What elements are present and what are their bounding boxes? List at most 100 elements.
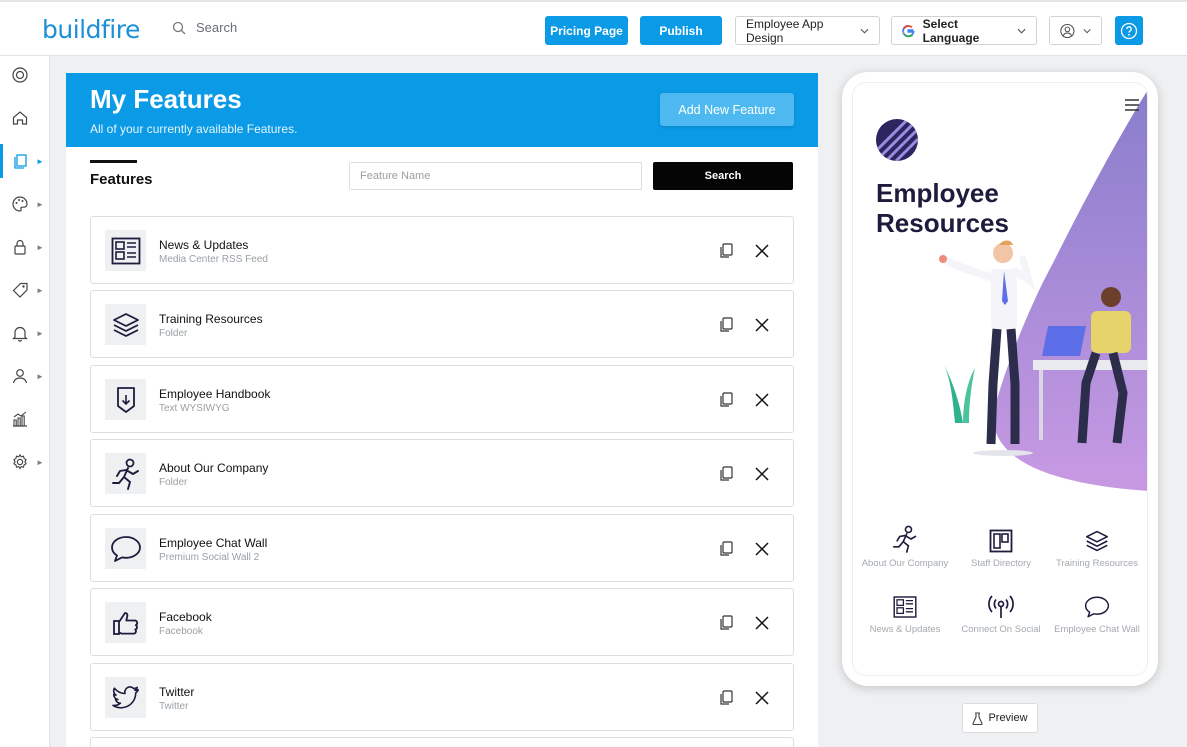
phone-grid-item[interactable]: Staff Directory — [953, 523, 1049, 569]
feature-subtitle: Folder — [159, 328, 188, 339]
search-button[interactable]: Search — [653, 162, 793, 190]
phone-grid-item[interactable]: News & Updates — [857, 589, 953, 635]
copy-icon[interactable] — [719, 392, 733, 408]
feature-row[interactable]: Training Resources Folder — [90, 290, 794, 358]
help-icon — [1120, 22, 1138, 39]
close-icon[interactable] — [755, 616, 769, 630]
close-icon[interactable] — [755, 244, 769, 258]
feature-subtitle: Facebook — [159, 626, 203, 637]
close-icon[interactable] — [755, 691, 769, 705]
copy-icon[interactable] — [719, 317, 733, 333]
phone-preview: Employee Resources About Our Company Sta… — [842, 72, 1158, 686]
menu-icon[interactable] — [1124, 99, 1140, 111]
grid-label: Staff Directory — [970, 558, 1031, 569]
layers-icon — [112, 312, 139, 337]
phone-grid-item[interactable]: Connect On Social — [953, 589, 1049, 635]
feature-icon-box — [105, 379, 146, 420]
global-search[interactable]: Search — [172, 20, 237, 35]
chevron-right-icon: ► — [36, 156, 44, 166]
palette-icon — [12, 196, 28, 212]
sidebar-item-analytics[interactable] — [0, 402, 50, 436]
sidebar-item-home[interactable] — [0, 101, 50, 135]
document-icon — [116, 386, 135, 413]
grid-label: Connect On Social — [961, 624, 1041, 635]
buildfire-logo[interactable]: buildfire — [42, 15, 140, 44]
feature-row[interactable]: Employee Chat Wall Premium Social Wall 2 — [90, 514, 794, 582]
app-logo — [876, 119, 918, 161]
close-icon[interactable] — [755, 393, 769, 407]
sidebar-item-security[interactable]: ► — [0, 230, 50, 264]
hero-illustration — [939, 91, 1147, 491]
phone-grid-item[interactable]: Employee Chat Wall — [1049, 589, 1145, 635]
feature-subtitle: Twitter — [159, 701, 189, 712]
sidebar-item-pages[interactable]: ► — [0, 144, 50, 178]
sidebar-item-users[interactable]: ► — [0, 359, 50, 393]
chevron-right-icon: ► — [36, 199, 44, 209]
logo-text-a: build — [42, 15, 101, 44]
preview-label: Preview — [988, 712, 1028, 724]
sidebar-item-support[interactable] — [0, 58, 50, 92]
feature-icon-box — [105, 677, 146, 718]
copy-icon[interactable] — [719, 541, 733, 557]
feature-subtitle: Text WYSIWYG — [159, 403, 230, 414]
directory-icon — [989, 529, 1013, 553]
publish-button[interactable]: Publish — [640, 16, 722, 45]
chevron-right-icon: ► — [36, 242, 44, 252]
gear-icon — [13, 453, 27, 470]
feature-icon-box — [105, 453, 146, 494]
close-icon[interactable] — [755, 542, 769, 556]
feature-icon-box — [105, 304, 146, 345]
feature-subtitle: Media Center RSS Feed — [159, 254, 268, 265]
feature-title: Facebook — [159, 610, 212, 624]
language-select-value: Select Language — [922, 16, 980, 45]
sidebar-item-design[interactable]: ► — [0, 187, 50, 221]
phone-grid-item[interactable]: About Our Company — [857, 523, 953, 569]
feature-name-input[interactable] — [349, 162, 642, 190]
feature-row[interactable]: Twitter Twitter — [90, 663, 794, 731]
page-title: My Features — [90, 84, 242, 114]
feature-row[interactable]: News & Updates Media Center RSS Feed — [90, 216, 794, 284]
copy-icon[interactable] — [719, 466, 733, 482]
chevron-right-icon: ► — [36, 371, 44, 381]
feature-title: Twitter — [159, 685, 195, 699]
copy-icon[interactable] — [719, 615, 733, 631]
tab-features[interactable]: Features — [90, 171, 153, 188]
app-select-dropdown[interactable]: Employee App Design — [735, 16, 880, 45]
sidebar: ► ► ► ► ► ► ► — [0, 56, 50, 747]
feature-title: Training Resources — [159, 312, 263, 326]
page-subtitle: All of your currently available Features… — [90, 122, 298, 136]
account-menu[interactable] — [1049, 16, 1102, 45]
close-icon[interactable] — [755, 467, 769, 481]
feature-row-partial[interactable] — [90, 737, 794, 747]
sidebar-item-monetize[interactable]: ► — [0, 273, 50, 307]
sidebar-item-notifications[interactable]: ► — [0, 316, 50, 350]
grid-label: News & Updates — [869, 624, 941, 635]
copy-icon[interactable] — [719, 243, 733, 259]
layers-icon — [1085, 530, 1109, 552]
language-select-dropdown[interactable]: Select Language — [891, 16, 1037, 45]
top-bar: buildfire Search Pricing Page Publish Em… — [0, 0, 1187, 56]
feature-row[interactable]: About Our Company Folder — [90, 439, 794, 507]
pricing-page-button[interactable]: Pricing Page — [545, 16, 628, 45]
preview-button[interactable]: Preview — [962, 703, 1038, 733]
features-panel: My Features All of your currently availa… — [66, 73, 818, 747]
chevron-down-icon — [1017, 28, 1026, 34]
add-new-feature-button[interactable]: Add New Feature — [660, 93, 794, 126]
chevron-down-icon — [1083, 28, 1091, 33]
twitter-bird-icon — [111, 685, 139, 709]
thumbs-up-icon — [112, 611, 138, 635]
sidebar-item-settings[interactable]: ► — [0, 445, 50, 479]
feature-title: Employee Chat Wall — [159, 536, 268, 550]
feature-row[interactable]: Employee Handbook Text WYSIWYG — [90, 365, 794, 433]
chevron-right-icon: ► — [36, 285, 44, 295]
feature-title: About Our Company — [159, 461, 269, 475]
feature-title: Employee Handbook — [159, 387, 271, 401]
help-button[interactable] — [1115, 16, 1143, 45]
copy-icon[interactable] — [719, 690, 733, 706]
close-icon[interactable] — [755, 318, 769, 332]
app-title: Employee Resources — [876, 178, 1009, 238]
news-icon — [893, 596, 917, 618]
phone-grid-item[interactable]: Training Resources — [1049, 523, 1145, 569]
feature-row[interactable]: Facebook Facebook — [90, 588, 794, 656]
lock-icon — [14, 239, 26, 255]
